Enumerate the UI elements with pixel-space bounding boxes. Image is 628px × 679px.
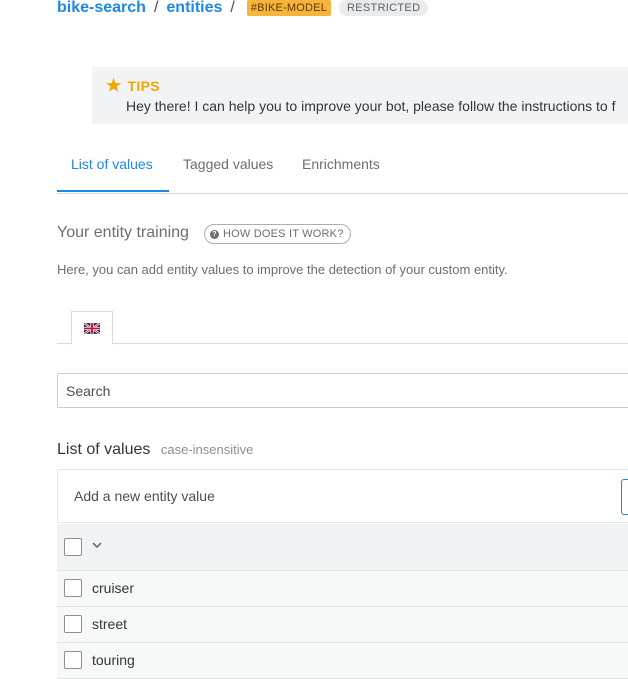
breadcrumb-bot-link[interactable]: bike-search — [57, 0, 146, 17]
value-label: touring — [92, 652, 135, 668]
chevron-down-icon[interactable] — [90, 538, 104, 552]
select-all-checkbox[interactable] — [64, 538, 82, 556]
row-checkbox[interactable] — [64, 615, 82, 633]
values-table-header — [57, 524, 628, 571]
entity-tabs: List of values Tagged values Enrichments — [57, 148, 628, 194]
row-checkbox[interactable] — [64, 651, 82, 669]
list-of-values-heading: List of values case-insensitive — [57, 441, 253, 459]
how-does-it-work-button[interactable]: ? HOW DOES IT WORK? — [204, 224, 351, 244]
row-checkbox[interactable] — [64, 579, 82, 597]
uk-flag-icon — [84, 322, 100, 334]
training-description: Here, you can add entity values to impro… — [57, 262, 508, 277]
value-label: street — [92, 616, 128, 632]
list-item: cruiser — [57, 571, 628, 607]
how-does-it-work-label: HOW DOES IT WORK? — [223, 228, 344, 240]
case-insensitive-note: case-insensitive — [160, 442, 254, 457]
restricted-badge: RESTRICTED — [339, 0, 429, 16]
tips-title: ★ TIPS — [106, 77, 160, 94]
search-input[interactable] — [57, 373, 628, 408]
tab-list-of-values[interactable]: List of values — [71, 148, 153, 192]
language-tabs — [57, 311, 628, 345]
tips-title-label: TIPS — [127, 77, 160, 94]
question-icon: ? — [210, 229, 219, 239]
tab-tagged-values[interactable]: Tagged values — [183, 148, 273, 192]
tips-banner: ★ TIPS Hey there! I can help you to impr… — [92, 67, 628, 124]
language-tab-en[interactable] — [71, 311, 113, 345]
add-value-button[interactable] — [621, 479, 628, 515]
list-item: touring — [57, 643, 628, 679]
breadcrumb-separator: / — [230, 0, 235, 16]
breadcrumb-separator: / — [153, 0, 159, 16]
value-label: cruiser — [92, 580, 135, 596]
active-tab-indicator — [57, 190, 169, 192]
training-title: Your entity training — [57, 224, 189, 241]
breadcrumb-entities-link[interactable]: entities — [166, 0, 222, 17]
tab-enrichments[interactable]: Enrichments — [302, 148, 380, 192]
entity-name-badge: #BIKE-MODEL — [246, 0, 332, 16]
list-item: street — [57, 607, 628, 643]
breadcrumb: bike-search / entities / #BIKE-MODEL RES… — [57, 0, 429, 20]
add-value-row — [57, 469, 628, 523]
list-of-values-title: List of values — [57, 441, 151, 458]
add-entity-value-input[interactable] — [74, 485, 594, 507]
tips-text: Hey there! I can help you to improve you… — [126, 98, 616, 114]
star-icon: ★ — [106, 76, 122, 95]
